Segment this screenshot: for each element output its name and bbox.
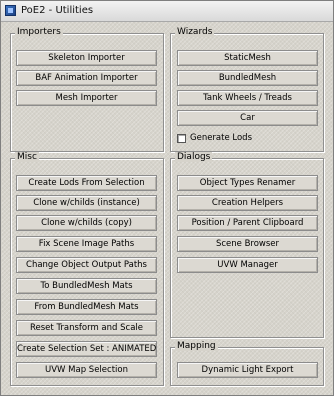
generate-lods-label: Generate Lods <box>190 133 253 143</box>
scene-browser-button[interactable]: Scene Browser <box>177 236 318 252</box>
uvw-map-selection-button[interactable]: UVW Map Selection <box>16 362 157 378</box>
object-types-renamer-button[interactable]: Object Types Renamer <box>177 175 318 191</box>
fix-scene-image-paths-button[interactable]: Fix Scene Image Paths <box>16 236 157 252</box>
mapping-group-label: Mapping <box>175 341 218 351</box>
bundledmesh-wizard-button[interactable]: BundledMesh <box>177 70 318 86</box>
misc-group-label: Misc <box>15 152 39 162</box>
create-selection-set-animated-button[interactable]: Create Selection Set : ANIMATED <box>16 341 157 357</box>
importers-group-label: Importers <box>15 27 63 37</box>
generate-lods-checkbox[interactable] <box>177 134 186 143</box>
title-bar[interactable]: PoE2 - Utilities <box>1 1 333 22</box>
uvw-manager-button[interactable]: UVW Manager <box>177 257 318 273</box>
skeleton-importer-button[interactable]: Skeleton Importer <box>16 50 157 66</box>
dynamic-light-export-button[interactable]: Dynamic Light Export <box>177 362 318 378</box>
position-parent-clipboard-button[interactable]: Position / Parent Clipboard <box>177 215 318 231</box>
creation-helpers-button[interactable]: Creation Helpers <box>177 195 318 211</box>
tank-wheels-treads-button[interactable]: Tank Wheels / Treads <box>177 90 318 106</box>
window-title: PoE2 - Utilities <box>21 5 94 16</box>
wizards-group-label: Wizards <box>175 27 215 37</box>
reset-transform-scale-button[interactable]: Reset Transform and Scale <box>16 320 157 336</box>
mesh-importer-button[interactable]: Mesh Importer <box>16 90 157 106</box>
car-wizard-button[interactable]: Car <box>177 110 318 126</box>
to-bundledmesh-mats-button[interactable]: To BundledMesh Mats <box>16 278 157 294</box>
clone-childs-copy-button[interactable]: Clone w/childs (copy) <box>16 215 157 231</box>
dialogs-group-label: Dialogs <box>175 152 213 162</box>
create-lods-from-selection-button[interactable]: Create Lods From Selection <box>16 175 157 191</box>
baf-animation-importer-button[interactable]: BAF Animation Importer <box>16 70 157 86</box>
staticmesh-wizard-button[interactable]: StaticMesh <box>177 50 318 66</box>
utilities-window: PoE2 - Utilities Importers Skeleton Impo… <box>0 0 334 396</box>
change-object-output-paths-button[interactable]: Change Object Output Paths <box>16 257 157 273</box>
from-bundledmesh-mats-button[interactable]: From BundledMesh Mats <box>16 299 157 315</box>
clone-childs-instance-button[interactable]: Clone w/childs (instance) <box>16 195 157 211</box>
app-icon <box>5 5 16 16</box>
